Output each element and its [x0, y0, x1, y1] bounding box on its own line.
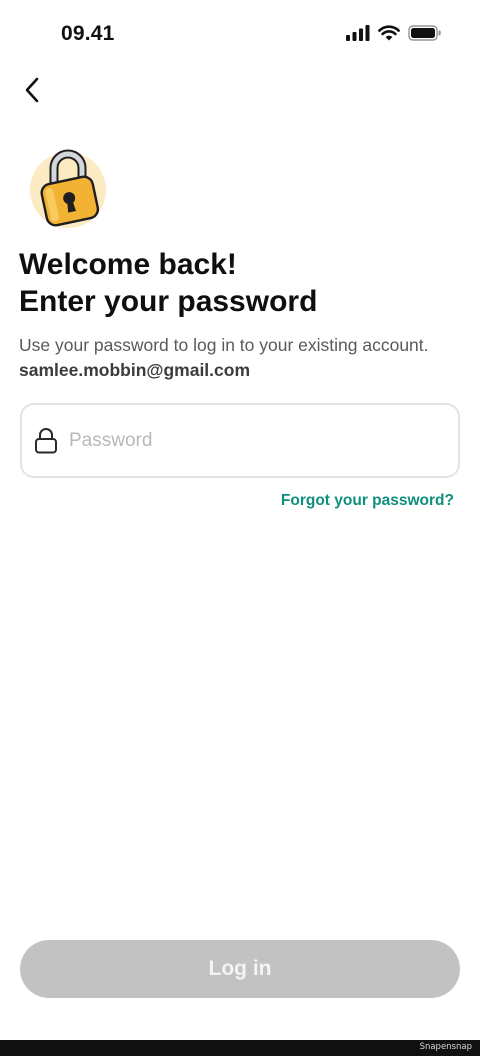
battery-icon [408, 24, 442, 46]
watermark-text: Snapensnap [419, 1042, 472, 1052]
title-line-1: Welcome back! [19, 248, 237, 281]
title-line-2: Enter your password [19, 285, 318, 318]
status-icons [346, 24, 442, 46]
subtitle-text: Use your password to log in to your exis… [19, 335, 429, 355]
padlock-illustration [26, 146, 112, 232]
password-input[interactable] [69, 420, 458, 461]
chevron-left-icon [23, 77, 41, 108]
cellular-signal-icon [346, 24, 370, 46]
page-title: Welcome back! Enter your password [19, 246, 459, 320]
wifi-icon [378, 24, 400, 46]
bottom-bar: Snapensnap [0, 1040, 480, 1056]
status-time: 09.41 [61, 22, 115, 45]
account-email: samlee.mobbin@gmail.com [19, 360, 251, 380]
login-button[interactable]: Log in [20, 940, 460, 998]
status-bar: 09.41 [0, 0, 480, 72]
password-field[interactable] [20, 403, 460, 478]
forgot-password-link[interactable]: Forgot your password? [281, 492, 454, 510]
back-button[interactable] [14, 74, 50, 110]
lock-icon [33, 427, 59, 455]
